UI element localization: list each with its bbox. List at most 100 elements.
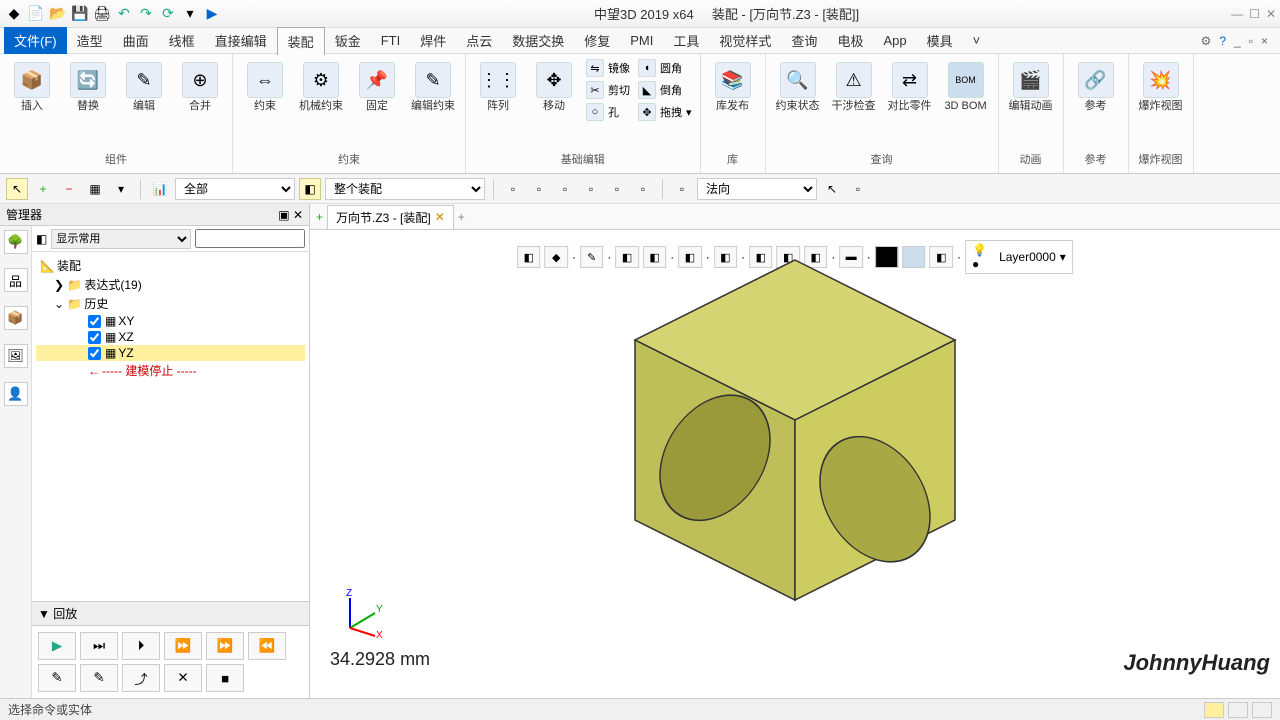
tab-assembly[interactable]: 装配: [277, 27, 325, 55]
tb7[interactable]: ▫: [671, 178, 693, 200]
tree-plane-xz[interactable]: ▦ XZ: [36, 329, 305, 345]
drag-button[interactable]: ✥拖拽 ▾: [636, 102, 694, 122]
doc-tab[interactable]: 万向节.Z3 - [装配] ✕: [327, 205, 454, 229]
tab-fti[interactable]: FTI: [371, 29, 411, 52]
stop-button[interactable]: ■: [206, 664, 244, 692]
edit-constraint-button[interactable]: ✎编辑约束: [407, 58, 459, 113]
ff-button[interactable]: ⏩: [206, 632, 244, 660]
tab-file[interactable]: 文件(F): [4, 27, 67, 54]
compare-button[interactable]: ⇄对比零件: [884, 58, 936, 113]
merge-button[interactable]: ⊕合并: [174, 58, 226, 113]
mech-constraint-button[interactable]: ⚙机械约束: [295, 58, 347, 113]
viewport[interactable]: + 万向节.Z3 - [装配] ✕ + ◧ ◆· ✎· ◧ ◧· ◧· ◧· ◧…: [310, 204, 1280, 698]
tab-sheetmetal[interactable]: 钣金: [325, 27, 371, 54]
tab-visual[interactable]: 视觉样式: [709, 27, 781, 54]
tb3[interactable]: ▫: [554, 178, 576, 200]
pin-icon[interactable]: ▣: [278, 208, 289, 222]
tab-pointcloud[interactable]: 点云: [456, 27, 502, 54]
mdi-close-icon[interactable]: ×: [1261, 34, 1268, 48]
filter2-select[interactable]: 整个装配: [325, 178, 485, 200]
chart-icon[interactable]: 📊: [149, 178, 171, 200]
pattern-button[interactable]: ⋮⋮阵列: [472, 58, 524, 113]
tab-exchange[interactable]: 数据交换: [502, 27, 574, 54]
feature-tree[interactable]: 📐 装配 ❯ 📁 表达式(19) ⌄ 📁 历史 ▦ XY ▦ XZ ▦ YZ ←…: [32, 252, 309, 601]
add-tab-icon[interactable]: +: [458, 210, 465, 224]
tab-pmi[interactable]: PMI: [620, 29, 663, 52]
play-icon[interactable]: ▶: [202, 4, 222, 24]
move-button[interactable]: ✥移动: [528, 58, 580, 113]
tb2[interactable]: ▫: [528, 178, 550, 200]
vb2[interactable]: ◆: [545, 246, 568, 268]
tree-plane-xy[interactable]: ▦ XY: [36, 313, 305, 329]
maximize-icon[interactable]: ☐: [1249, 7, 1260, 21]
view-tab-icon[interactable]: 📦: [4, 306, 28, 330]
cube-icon[interactable]: ◧: [36, 232, 47, 246]
fillet-button[interactable]: ◖圆角: [636, 58, 694, 78]
filter1-select[interactable]: 全部: [175, 178, 295, 200]
tree-history[interactable]: ⌄ 📁 历史: [36, 294, 305, 313]
mdi-minimize-icon[interactable]: _: [1234, 34, 1241, 48]
tab-weld[interactable]: 焊件: [410, 27, 456, 54]
select-icon[interactable]: ↖: [6, 178, 28, 200]
rb2[interactable]: ✎: [80, 664, 118, 692]
edit-button[interactable]: ✎编辑: [118, 58, 170, 113]
image-tab-icon[interactable]: 🖼: [4, 344, 28, 368]
tree-plane-yz[interactable]: ▦ YZ: [36, 345, 305, 361]
print-icon[interactable]: 🖨: [92, 4, 112, 24]
tb9[interactable]: ▫: [847, 178, 869, 200]
tb8[interactable]: ↖: [821, 178, 843, 200]
tab-mold[interactable]: 模具: [917, 27, 963, 54]
redo-icon[interactable]: ↷: [136, 4, 156, 24]
rb1[interactable]: ✎: [38, 664, 76, 692]
tab-shape[interactable]: 造型: [67, 27, 113, 54]
open-icon[interactable]: 📂: [48, 4, 68, 24]
cube-icon[interactable]: ◧: [299, 178, 321, 200]
tab-electrode[interactable]: 电极: [827, 27, 873, 54]
user-tab-icon[interactable]: 👤: [4, 382, 28, 406]
model-3d[interactable]: [585, 220, 1005, 640]
tb1[interactable]: ▫: [502, 178, 524, 200]
panel-close-icon[interactable]: ✕: [293, 208, 303, 222]
mdi-restore-icon[interactable]: ▫: [1249, 34, 1253, 48]
save-icon[interactable]: 💾: [70, 4, 90, 24]
undo-icon[interactable]: ↶: [114, 4, 134, 24]
tab-repair[interactable]: 修复: [574, 27, 620, 54]
fix-button[interactable]: 📌固定: [351, 58, 403, 113]
remove-icon[interactable]: −: [58, 178, 80, 200]
assembly-tab-icon[interactable]: 品: [4, 268, 28, 292]
delete-button[interactable]: ✕: [164, 664, 202, 692]
insert-button[interactable]: 📦插入: [6, 58, 58, 113]
search-input[interactable]: [195, 229, 305, 248]
close-icon[interactable]: ✕: [1266, 7, 1276, 21]
filter3-select[interactable]: 法向: [697, 178, 817, 200]
filter-icon[interactable]: ▾: [110, 178, 132, 200]
add-tab-icon[interactable]: +: [316, 210, 323, 224]
rewind-button[interactable]: ⏪: [248, 632, 286, 660]
cut-button[interactable]: ✂剪切: [584, 80, 632, 100]
tb5[interactable]: ▫: [606, 178, 628, 200]
sb1[interactable]: [1204, 702, 1224, 718]
refresh-icon[interactable]: ⟳: [158, 4, 178, 24]
replace-button[interactable]: 🔄替换: [62, 58, 114, 113]
step-button[interactable]: ⏵: [122, 632, 160, 660]
dropdown-icon[interactable]: ▾: [180, 4, 200, 24]
chevron-down-icon[interactable]: ˅: [963, 29, 991, 52]
next-button[interactable]: ⏭: [80, 632, 118, 660]
explode-button[interactable]: 💥爆炸视图: [1135, 58, 1187, 113]
tab-app[interactable]: App: [873, 29, 916, 52]
chamfer-button[interactable]: ◣倒角: [636, 80, 694, 100]
sb3[interactable]: [1252, 702, 1272, 718]
seek-button[interactable]: ⏩: [164, 632, 202, 660]
sb2[interactable]: [1228, 702, 1248, 718]
bom-button[interactable]: BOM3D BOM: [940, 58, 992, 113]
mirror-button[interactable]: ⇋镜像: [584, 58, 632, 78]
constraint-state-button[interactable]: 🔍约束状态: [772, 58, 824, 113]
minimize-icon[interactable]: —: [1231, 7, 1243, 21]
hole-button[interactable]: ○孔: [584, 102, 632, 122]
replay-title[interactable]: ▼ 回放: [32, 602, 309, 626]
display-mode-select[interactable]: 显示常用: [51, 229, 191, 249]
gear-icon[interactable]: ⚙: [1201, 34, 1212, 48]
tab-close-icon[interactable]: ✕: [435, 210, 445, 224]
tab-wireframe[interactable]: 线框: [159, 27, 205, 54]
publish-button[interactable]: 📚库发布: [707, 58, 759, 113]
